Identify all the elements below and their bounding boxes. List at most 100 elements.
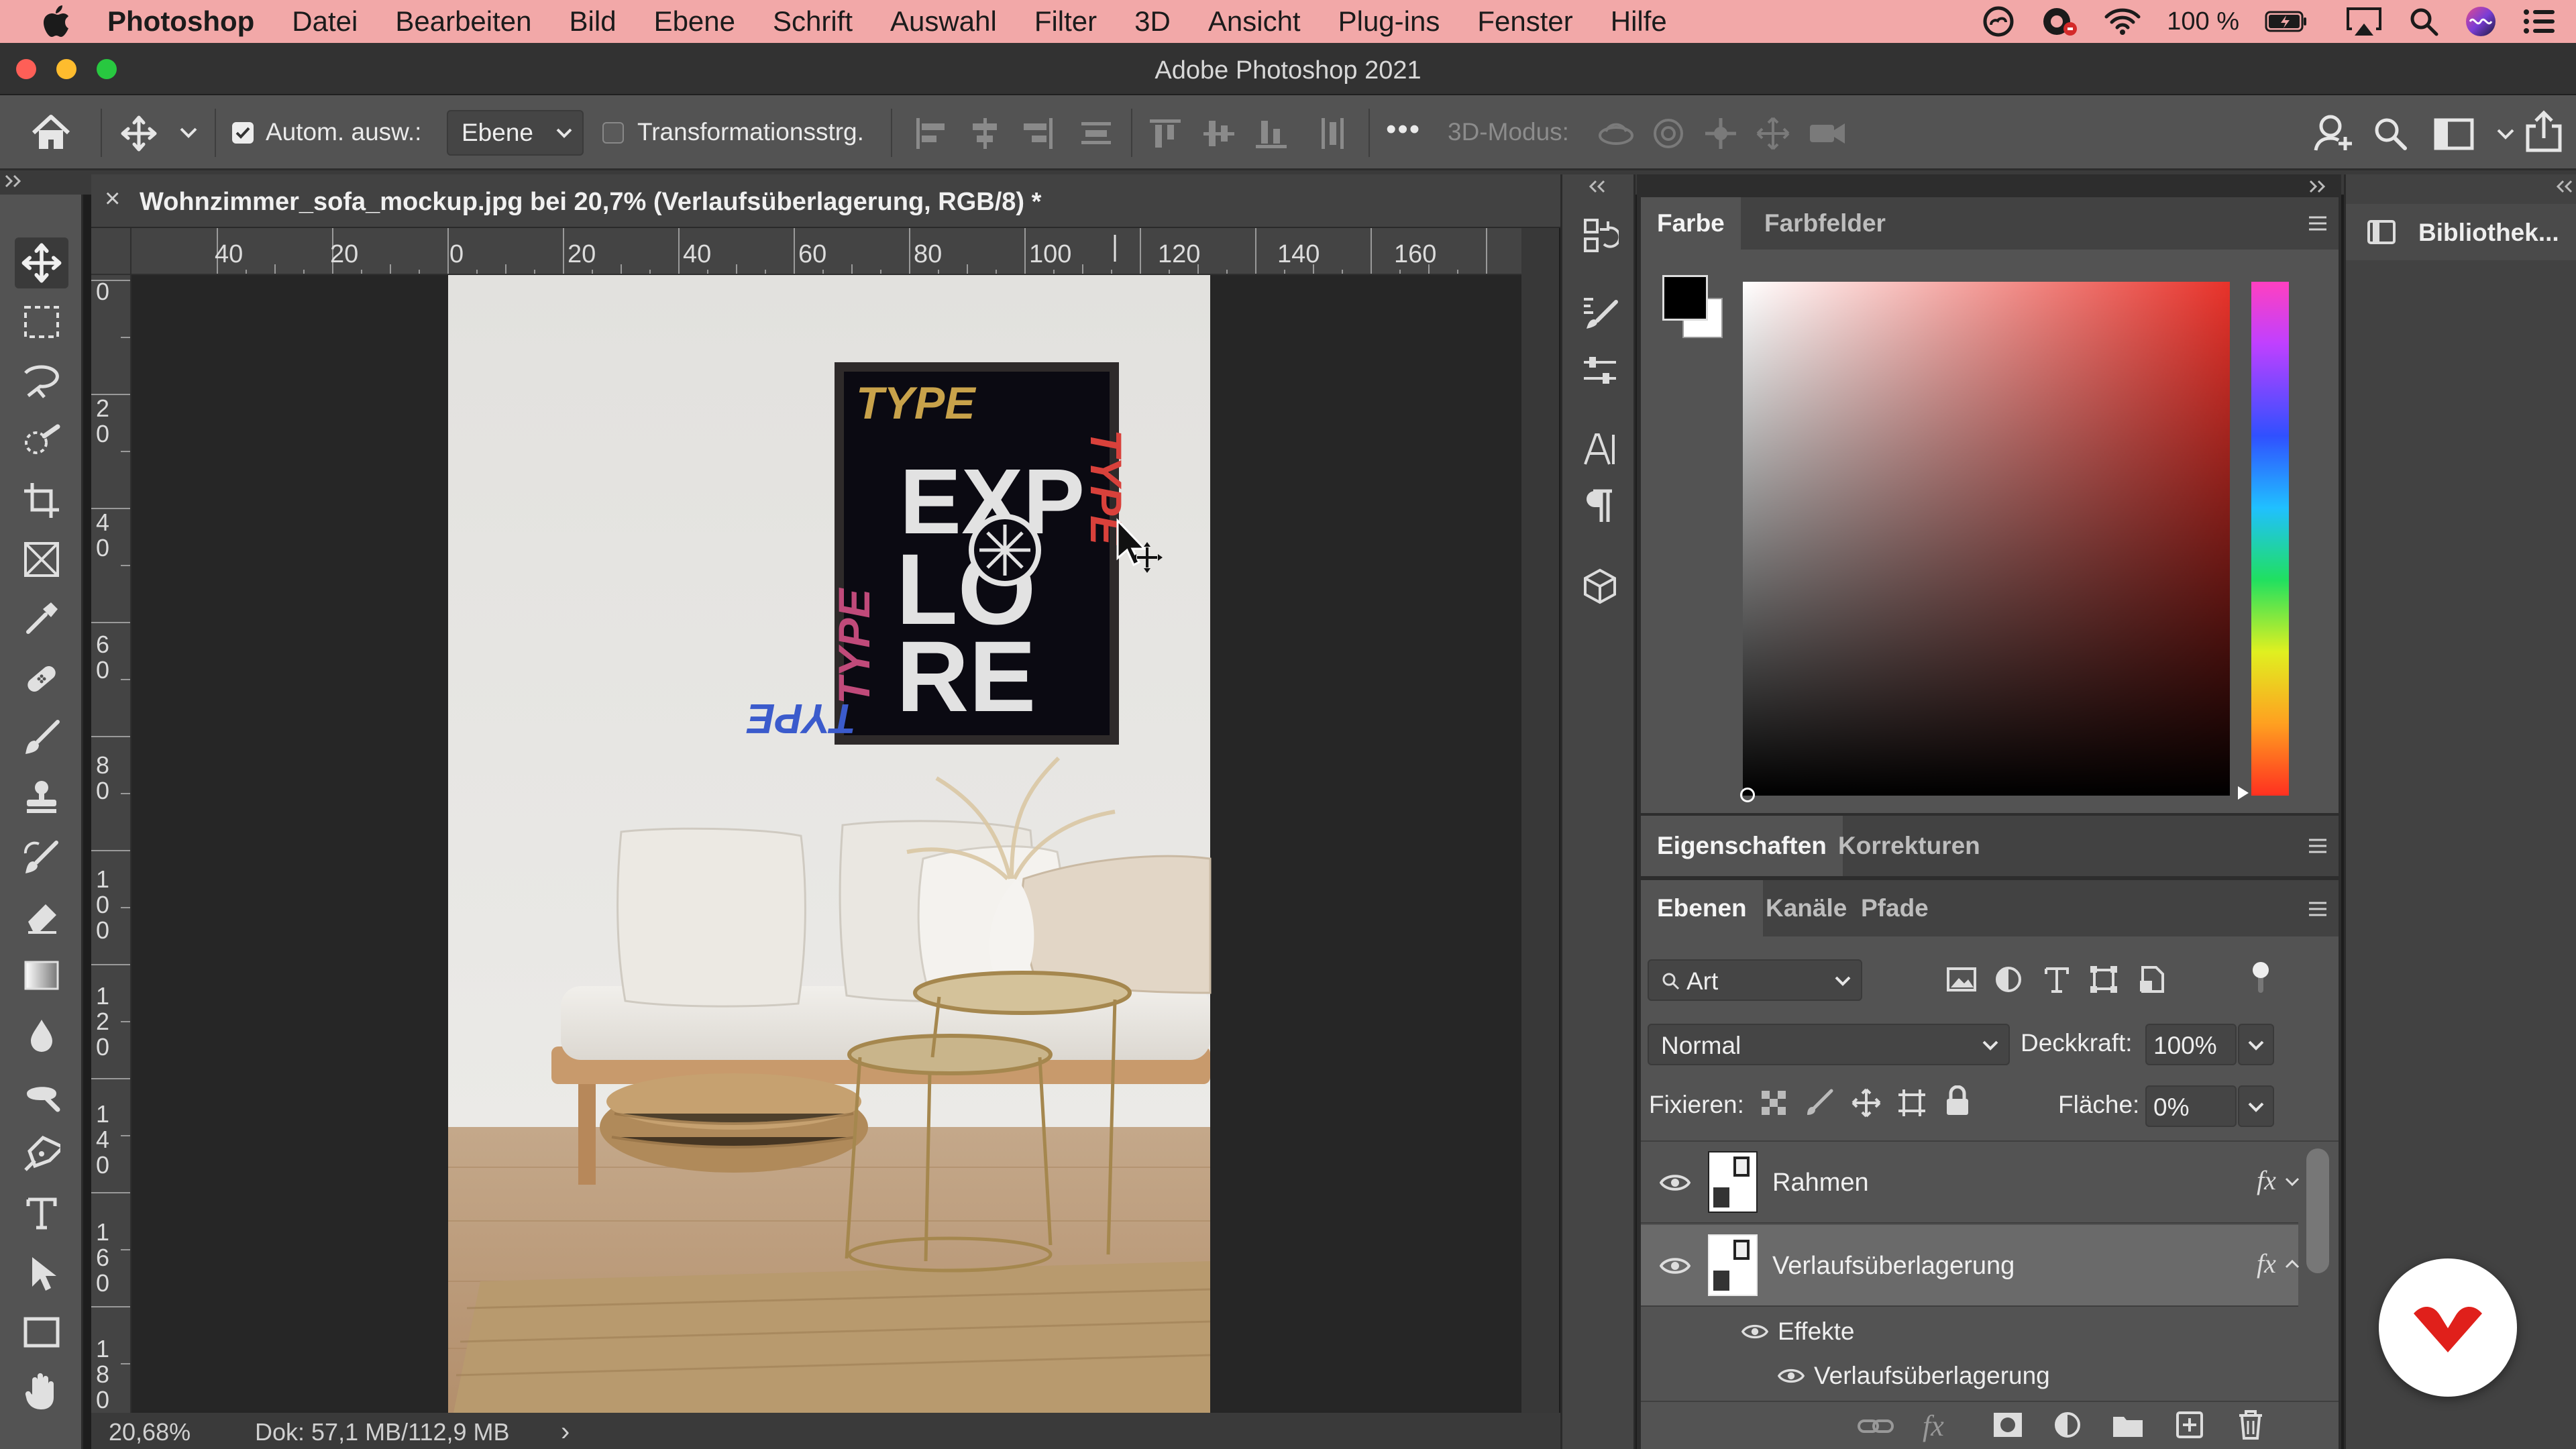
lock-transparency-icon[interactable] (1759, 1088, 1788, 1118)
link-layers-icon[interactable] (1857, 1415, 1894, 1437)
type-tool-button[interactable] (15, 1187, 68, 1238)
history-brush-tool-button[interactable] (15, 832, 68, 883)
menu-fenster[interactable]: Fenster (1458, 5, 1591, 38)
align-right-icon[interactable] (1018, 115, 1056, 152)
menu-hilfe[interactable]: Hilfe (1592, 5, 1686, 38)
menu-schrift[interactable]: Schrift (754, 5, 871, 38)
effect-item-row[interactable]: Verlaufsüberlagerung (1641, 1352, 2298, 1397)
paragraph-panel-icon[interactable] (1578, 484, 1621, 527)
lasso-tool-button[interactable] (15, 356, 68, 407)
wifi-icon[interactable] (2104, 7, 2141, 36)
align-middle-icon[interactable] (1201, 115, 1238, 152)
chevron-up-icon[interactable] (2285, 1258, 2300, 1269)
collapse-dock-icon[interactable] (2308, 178, 2328, 195)
marquee-tool-button[interactable] (15, 297, 68, 347)
expand-toolbar-icon[interactable] (4, 173, 24, 189)
close-document-button[interactable]: × (105, 184, 120, 214)
filter-pixel-icon[interactable] (1945, 965, 1978, 994)
gradient-tool-button[interactable] (15, 950, 68, 1001)
fill-input[interactable]: 0% (2145, 1085, 2237, 1127)
history-panel-icon[interactable] (1578, 215, 1621, 258)
path-selection-tool-button[interactable] (15, 1248, 68, 1299)
document-tab-title[interactable]: Wohnzimmer_sofa_mockup.jpg bei 20,7% (Ve… (140, 188, 1041, 217)
3d-slide-icon[interactable] (1755, 115, 1791, 152)
fill-slider-button[interactable] (2238, 1085, 2274, 1127)
frame-tool-button[interactable] (15, 534, 68, 585)
auto-select-target-dropdown[interactable]: Ebene (447, 110, 584, 156)
effects-row[interactable]: Effekte (1641, 1308, 2298, 1352)
hue-slider[interactable] (2251, 282, 2289, 796)
hand-tool-button[interactable] (15, 1366, 68, 1417)
visibility-eye-icon[interactable] (1660, 1173, 1690, 1193)
3d-pan-icon[interactable] (1703, 115, 1739, 152)
eraser-tool-button[interactable] (15, 891, 68, 942)
pen-tool-button[interactable] (15, 1128, 68, 1179)
3d-panel-icon[interactable] (1578, 565, 1621, 608)
blend-mode-dropdown[interactable]: Normal (1648, 1024, 2010, 1065)
blur-tool-button[interactable] (15, 1010, 68, 1061)
distribute-vertical-icon[interactable] (1315, 115, 1352, 152)
new-adjustment-layer-icon[interactable] (2053, 1410, 2082, 1440)
tab-farbe[interactable]: Farbe (1641, 197, 1741, 250)
siri-icon[interactable] (2465, 5, 2497, 38)
brush-tool-button[interactable] (15, 712, 68, 763)
move-tool-button[interactable] (15, 237, 68, 288)
panel-menu-icon[interactable] (2306, 213, 2329, 233)
visibility-eye-icon[interactable] (1778, 1367, 1805, 1385)
menu-ebene[interactable]: Ebene (635, 5, 754, 38)
dodge-tool-button[interactable] (15, 1069, 68, 1120)
new-layer-icon[interactable] (2175, 1410, 2204, 1440)
lock-artboard-icon[interactable] (1897, 1088, 1927, 1118)
menu-plugins[interactable]: Plug-ins (1320, 5, 1459, 38)
chevron-down-icon[interactable] (2285, 1177, 2300, 1187)
auto-select-checkbox[interactable] (232, 122, 254, 144)
distribute-icon[interactable] (1077, 115, 1115, 152)
align-top-icon[interactable] (1147, 115, 1185, 152)
menu-bild[interactable]: Bild (551, 5, 635, 38)
lock-pixels-icon[interactable] (1806, 1088, 1835, 1118)
transform-controls-checkbox[interactable] (602, 122, 624, 144)
zoom-level[interactable]: 20,68% (109, 1418, 191, 1446)
3d-orbit-icon[interactable] (1597, 115, 1635, 152)
workspace-chevron-icon[interactable] (2496, 127, 2516, 141)
tab-ebenen[interactable]: Ebenen (1641, 880, 1763, 936)
menu-auswahl[interactable]: Auswahl (871, 5, 1016, 38)
healing-brush-tool-button[interactable] (15, 653, 68, 704)
layer-row-rahmen[interactable]: Rahmen fx (1641, 1142, 2300, 1224)
filter-adjustment-icon[interactable] (1994, 965, 2023, 994)
status-menu-icon[interactable] (2041, 6, 2078, 37)
crop-tool-button[interactable] (15, 475, 68, 526)
lock-all-icon[interactable] (1944, 1085, 1971, 1118)
3d-roll-icon[interactable] (1650, 115, 1686, 152)
menu-3d[interactable]: 3D (1116, 5, 1189, 38)
collapse-strip-icon[interactable] (1587, 178, 1607, 195)
brush-settings-icon[interactable] (1578, 291, 1621, 334)
move-tool-icon[interactable] (121, 115, 157, 152)
add-layer-style-fx-icon[interactable]: fx (1923, 1409, 1944, 1443)
filter-toggle-switch[interactable] (2249, 959, 2273, 997)
tool-preset-chevron-icon[interactable] (178, 126, 199, 140)
lock-position-icon[interactable] (1851, 1088, 1881, 1118)
new-group-icon[interactable] (2112, 1411, 2144, 1438)
layer-list-scrollbar[interactable] (2306, 1148, 2329, 1273)
more-options-button[interactable]: ••• (1386, 113, 1421, 146)
tab-pfade[interactable]: Pfade (1845, 880, 1945, 936)
eyedropper-tool-button[interactable] (15, 593, 68, 644)
panel-menu-icon[interactable] (2306, 836, 2329, 856)
delete-layer-icon[interactable] (2237, 1409, 2265, 1441)
control-center-icon[interactable] (2522, 8, 2556, 35)
clone-stamp-tool-button[interactable] (15, 771, 68, 822)
battery-icon[interactable] (2265, 10, 2308, 33)
collapse-libraries-icon[interactable] (2554, 178, 2574, 195)
menu-datei[interactable]: Datei (273, 5, 376, 38)
vertical-ruler[interactable]: 0 2 0 4 0 6 0 8 0 1 0 0 1 2 0 1 4 0 1 6 … (91, 275, 131, 1413)
quick-selection-tool-button[interactable] (15, 416, 68, 467)
character-panel-icon[interactable] (1578, 428, 1621, 471)
libraries-panel-button[interactable]: Bibliothek... (2346, 204, 2576, 260)
horizontal-ruler[interactable]: 40 20 0 20 40 60 80 100 120 140 160 (131, 228, 1521, 275)
apple-icon[interactable] (32, 5, 79, 38)
align-left-icon[interactable] (912, 115, 950, 152)
filter-shape-icon[interactable] (2089, 965, 2118, 994)
visibility-eye-icon[interactable] (1741, 1323, 1768, 1340)
menu-bearbeiten[interactable]: Bearbeiten (376, 5, 550, 38)
